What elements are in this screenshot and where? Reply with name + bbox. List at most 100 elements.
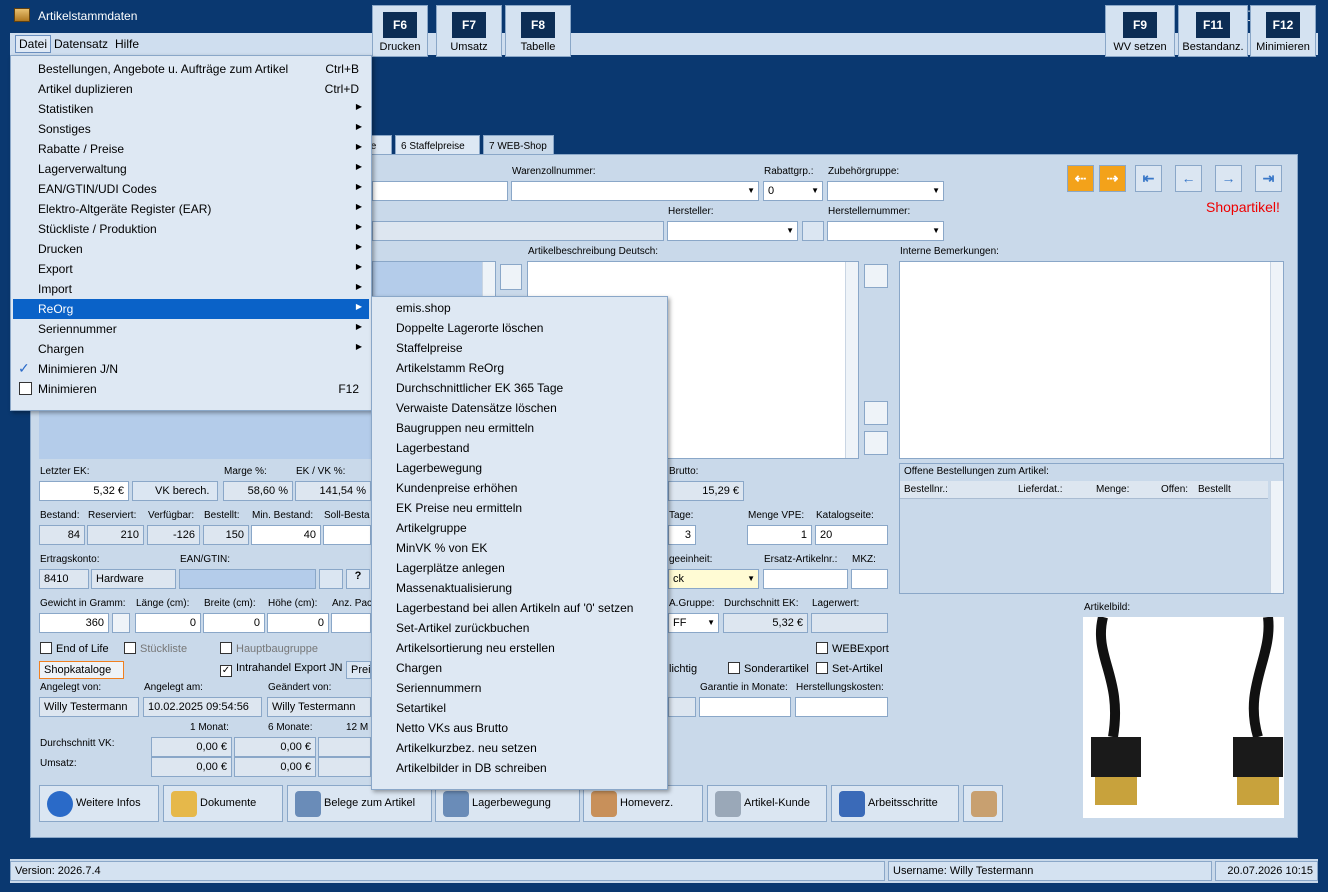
datei-menu-item[interactable]: Minimieren F12 [13, 379, 369, 399]
ean-field[interactable] [179, 569, 316, 589]
nav-forward-orange-icon[interactable]: ⇢ [1099, 165, 1126, 192]
datei-menu-item[interactable]: Bestellungen, Angebote u. Aufträge zum A… [13, 59, 369, 79]
artikel-kunde-button[interactable]: Artikel-Kunde [707, 785, 827, 822]
nav-next-icon[interactable]: → [1215, 165, 1242, 192]
datei-menu-item[interactable]: Chargen ▶ [13, 339, 369, 359]
tab-webshop[interactable]: 7 WEB-Shop [483, 135, 554, 155]
gewicht-field[interactable]: 360 [39, 613, 109, 633]
reorg-menu-item[interactable]: Staffelpreise [396, 341, 463, 355]
soll-bestand-field[interactable] [323, 525, 371, 545]
preis-button[interactable]: Prei [346, 661, 371, 679]
letzter-ek-field[interactable]: 5,32 € [39, 481, 129, 501]
hersteller-combo[interactable] [667, 221, 798, 241]
lagerwert-field[interactable] [811, 613, 888, 633]
reorg-menu-item[interactable]: Setartikel [396, 701, 446, 715]
reorg-menu-item[interactable]: Chargen [396, 661, 442, 675]
blue-text-area[interactable] [39, 407, 371, 459]
reorg-menu-item[interactable]: emis.shop [396, 301, 451, 315]
tab-staffelpreise[interactable]: 6 Staffelpreise [395, 135, 480, 155]
ekvk-field[interactable]: 141,54 % [295, 481, 371, 501]
anz-pac-field[interactable] [331, 613, 371, 633]
reorg-menu-item[interactable]: Lagerbestand bei allen Artikeln auf '0' … [396, 601, 633, 615]
nav-last-icon[interactable]: ⇥ [1255, 165, 1282, 192]
arbeitsschritte-button[interactable]: Arbeitsschritte [831, 785, 959, 822]
reorg-menu-item[interactable]: Massenaktualisierung [396, 581, 512, 595]
menu-datei[interactable]: Datei [15, 35, 52, 53]
spellcheck-icon[interactable] [864, 431, 888, 455]
reorg-menu-item[interactable]: Verwaiste Datensätze löschen [396, 401, 557, 415]
rabattgrp-combo[interactable]: 0 [763, 181, 823, 201]
katalogseite-field[interactable]: 20 [815, 525, 888, 545]
f9-wv-button[interactable]: F9 WV setzen [1105, 5, 1175, 57]
reorg-menu-item[interactable]: Lagerplätze anlegen [396, 561, 505, 575]
ersatz-field[interactable] [763, 569, 848, 589]
reorg-menu-item[interactable]: EK Preise neu ermitteln [396, 501, 522, 515]
brutto-field[interactable]: 15,29 € [668, 481, 744, 501]
reorg-menu-item[interactable]: Set-Artikel zurückbuchen [396, 621, 529, 635]
ean-add-icon[interactable] [319, 569, 343, 589]
datei-menu-item[interactable]: Drucken ▶ [13, 239, 369, 259]
umsatz-12-monate-field[interactable] [318, 757, 371, 777]
datei-menu-item[interactable]: ReOrg ▶ [13, 299, 369, 319]
setartikel-checkbox[interactable]: Set-Artikel [816, 662, 883, 675]
ean-help-icon[interactable]: ? [346, 569, 370, 589]
umsatz-1-monat-field[interactable]: 0,00 € [151, 757, 232, 777]
article-field-top[interactable] [372, 181, 508, 201]
bestand-field[interactable]: 84 [39, 525, 85, 545]
nav-back-orange-icon[interactable]: ⇠ [1067, 165, 1094, 192]
reorg-menu-item[interactable]: Doppelte Lagerorte löschen [396, 321, 543, 335]
f6-print-button[interactable]: F6 Drucken [372, 5, 428, 57]
interne-textarea[interactable] [899, 261, 1284, 459]
dokumente-button[interactable]: Dokumente [163, 785, 283, 822]
beschreibung-scrollbar[interactable] [845, 262, 858, 458]
zubehoer-combo[interactable] [827, 181, 944, 201]
clipboard-button[interactable] [963, 785, 1003, 822]
datei-menu-item[interactable]: Rabatte / Preise ▶ [13, 139, 369, 159]
interne-scrollbar[interactable] [1270, 262, 1283, 458]
datei-menu-item[interactable]: Statistiken ▶ [13, 99, 369, 119]
min-bestand-field[interactable]: 40 [251, 525, 321, 545]
vk-12-monate-field[interactable] [318, 737, 371, 757]
datei-menu-item[interactable]: ✓ Minimieren J/N [13, 359, 369, 379]
f12-minimize-button[interactable]: F12 Minimieren [1250, 5, 1316, 57]
datei-menu-item[interactable]: Artikel duplizieren Ctrl+D [13, 79, 369, 99]
lagerbewegung-button[interactable]: Lagerbewegung [435, 785, 580, 822]
document-kl-icon[interactable] [864, 401, 888, 425]
reorg-menu-item[interactable]: Artikelstamm ReOrg [396, 361, 504, 375]
herstellernr-combo[interactable] [827, 221, 944, 241]
bestellt-field[interactable]: 150 [203, 525, 249, 545]
durch-ek-field[interactable]: 5,32 € [723, 613, 808, 633]
reorg-menu-item[interactable]: Artikelbilder in DB schreiben [396, 761, 547, 775]
belege-button[interactable]: Belege zum Artikel [287, 785, 432, 822]
herstellkosten-field[interactable] [795, 697, 888, 717]
scale-icon[interactable] [112, 613, 130, 633]
f8-tabelle-button[interactable]: F8 Tabelle [505, 5, 571, 57]
nav-first-icon[interactable]: ⇤ [1135, 165, 1162, 192]
umsatz-6-monate-field[interactable]: 0,00 € [234, 757, 316, 777]
hersteller-add-icon[interactable] [802, 221, 824, 241]
datei-menu-item[interactable]: Lagerverwaltung ▶ [13, 159, 369, 179]
datei-menu-item[interactable]: Elektro-Altgeräte Register (EAR) ▶ [13, 199, 369, 219]
marge-field[interactable]: 58,60 % [223, 481, 293, 501]
geaendert-von-field[interactable]: Willy Testermann [267, 697, 371, 717]
breite-field[interactable]: 0 [203, 613, 265, 633]
menu-datensatz[interactable]: Datensatz [54, 37, 108, 51]
webexport-checkbox[interactable]: WEBExport [816, 642, 889, 655]
datei-menu-item[interactable]: Stückliste / Produktion ▶ [13, 219, 369, 239]
angelegt-von-field[interactable]: Willy Testermann [39, 697, 139, 717]
intrahandel-checkbox[interactable]: ✓ Intrahandel Export JN [220, 662, 342, 677]
vk-berechnen-button[interactable]: VK berech. [132, 481, 218, 501]
hoehe-field[interactable]: 0 [267, 613, 329, 633]
copy-icon[interactable] [500, 264, 522, 290]
stueckliste-checkbox[interactable]: Stückliste [124, 642, 187, 655]
f7-umsatz-button[interactable]: F7 Umsatz [436, 5, 502, 57]
garantie-field[interactable] [699, 697, 791, 717]
nav-prev-icon[interactable]: ← [1175, 165, 1202, 192]
ertragskonto-field[interactable]: 8410 [39, 569, 89, 589]
datei-menu-item[interactable]: Import ▶ [13, 279, 369, 299]
angelegt-am-field[interactable]: 10.02.2025 09:54:56 [143, 697, 262, 717]
extra-field[interactable] [668, 697, 696, 717]
vk-6-monate-field[interactable]: 0,00 € [234, 737, 316, 757]
reorg-menu-item[interactable]: MinVK % von EK [396, 541, 487, 555]
homeverz-button[interactable]: Homeverz. [583, 785, 703, 822]
